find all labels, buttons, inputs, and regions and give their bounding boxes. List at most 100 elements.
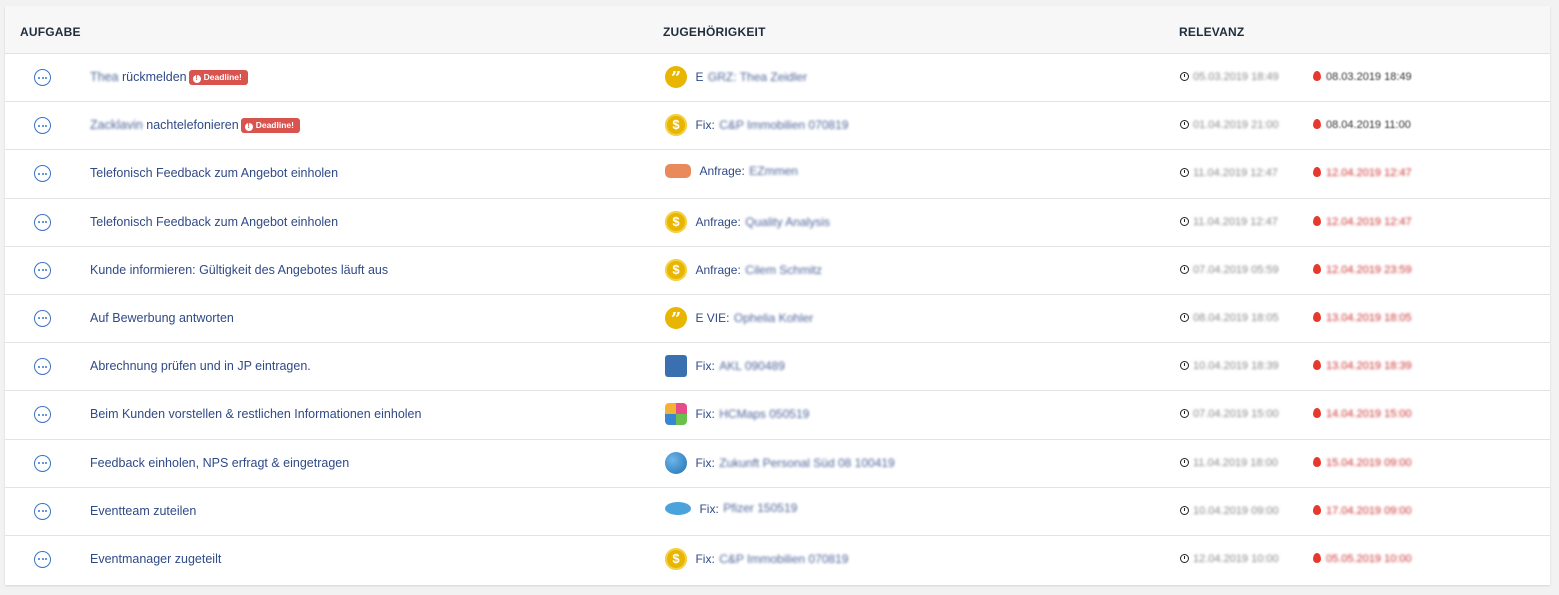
association-link[interactable]: Fix: AKL 090489	[665, 355, 785, 379]
association-value: Pfizer 150519	[723, 501, 798, 516]
association-value: Quality Analysis	[745, 214, 830, 229]
created-date: 12.04.2019 10:00	[1180, 553, 1279, 565]
company-logo-blue-icon	[665, 355, 687, 378]
table-header: AUFGABE ZUGEHÖRIGKEIT RELEVANZ	[5, 6, 1550, 54]
more-options-icon[interactable]	[34, 309, 51, 327]
more-options-icon[interactable]	[34, 358, 51, 376]
more-options-icon[interactable]	[34, 550, 51, 568]
more-options-icon[interactable]	[34, 406, 51, 424]
task-text: rückmelden	[121, 70, 187, 84]
deadline-badge: ! Deadline!	[240, 118, 300, 134]
due-date: 17.04.2019 09:00	[1313, 504, 1412, 517]
column-header-task[interactable]: AUFGABE	[20, 25, 81, 39]
table-row[interactable]: Thea rückmelden! Deadline! ” E GRZ: Thea …	[5, 54, 1550, 103]
association-link[interactable]: $ Fix: C&P Immobilien 070819	[665, 547, 848, 572]
clock-icon	[1180, 409, 1189, 419]
association-type: Fix:	[695, 118, 715, 133]
created-date: 08.04.2019 18:05	[1180, 312, 1279, 324]
task-text: Beim Kunden vorstellen & restlichen Info…	[90, 407, 422, 422]
association-value: Cilem Schmitz	[745, 262, 822, 277]
association-type: Fix:	[695, 551, 715, 566]
clock-icon	[1180, 312, 1189, 322]
coin-icon: $	[665, 210, 687, 233]
company-logo-multicolor-icon	[665, 403, 687, 426]
created-date: 11.04.2019 12:47	[1180, 167, 1278, 179]
association-type: Anfrage:	[699, 164, 745, 179]
association-type: Anfrage:	[695, 262, 741, 277]
association-link[interactable]: Anfrage: EZmmen	[665, 162, 798, 186]
association-link[interactable]: Fix: Zukunft Personal Süd 08 100419	[665, 451, 895, 476]
task-link[interactable]: Auf Bewerbung antworten	[90, 311, 234, 325]
more-options-icon[interactable]	[34, 165, 51, 183]
task-link[interactable]: Zacklavin nachtelefonieren! Deadline!	[90, 118, 300, 134]
flame-icon	[1313, 119, 1321, 130]
quote-icon: ”	[665, 66, 687, 89]
task-table: AUFGABE ZUGEHÖRIGKEIT RELEVANZ Thea rück…	[5, 6, 1550, 585]
created-date: 05.03.2019 18:49	[1180, 71, 1279, 83]
task-link[interactable]: Kunde informieren: Gültigkeit des Angebo…	[90, 263, 388, 277]
association-link[interactable]: $ Anfrage: Quality Analysis	[665, 210, 830, 235]
clock-icon	[1180, 72, 1189, 81]
task-link[interactable]: Beim Kunden vorstellen & restlichen Info…	[90, 407, 421, 421]
flame-icon	[1313, 215, 1321, 226]
task-link[interactable]: Eventmanager zugeteilt	[90, 552, 221, 566]
table-row[interactable]: Beim Kunden vorstellen & restlichen Info…	[5, 391, 1550, 440]
column-header-relevance[interactable]: RELEVANZ	[1179, 25, 1244, 39]
table-row[interactable]: Abrechnung prüfen und in JP eintragen. F…	[5, 343, 1550, 392]
more-options-icon[interactable]	[34, 454, 51, 472]
due-date: 15.04.2019 09:00	[1313, 456, 1412, 469]
task-link[interactable]: Thea rückmelden! Deadline!	[90, 70, 248, 85]
association-link[interactable]: Fix: Pfizer 150519	[665, 500, 797, 524]
task-link[interactable]: Telefonisch Feedback zum Angebot einhole…	[90, 215, 338, 229]
association-value: C&P Immobilien 070819	[719, 118, 849, 133]
flame-icon	[1313, 504, 1321, 515]
association-link[interactable]: $ Fix: C&P Immobilien 070819	[665, 114, 848, 138]
task-text: Telefonisch Feedback zum Angebot einhole…	[90, 166, 339, 181]
created-date: 07.04.2019 05:59	[1180, 264, 1279, 276]
table-row[interactable]: Telefonisch Feedback zum Angebot einhole…	[5, 199, 1550, 247]
flame-icon	[1313, 552, 1321, 563]
association-value: Zukunft Personal Süd 08 100419	[719, 455, 895, 470]
flame-icon	[1313, 71, 1321, 81]
association-link[interactable]: ” E VIE: Ophelia Kohler	[665, 306, 813, 331]
clock-icon	[1180, 505, 1189, 515]
table-row[interactable]: Eventteam zuteilen Fix: Pfizer 150519 10…	[5, 488, 1550, 536]
due-date: 08.03.2019 18:49	[1313, 71, 1412, 83]
task-text: Auf Bewerbung antworten	[90, 310, 234, 325]
column-header-association[interactable]: ZUGEHÖRIGKEIT	[663, 25, 766, 39]
task-link[interactable]: Eventteam zuteilen	[90, 504, 196, 518]
table-row[interactable]: Feedback einholen, NPS erfragt & eingetr…	[5, 440, 1550, 488]
created-date: 11.04.2019 18:00	[1180, 457, 1278, 469]
created-date: 11.04.2019 12:47	[1180, 216, 1278, 228]
table-row[interactable]: Auf Bewerbung antworten ” E VIE: Ophelia…	[5, 295, 1550, 344]
more-options-icon[interactable]	[34, 117, 51, 135]
association-link[interactable]: $ Anfrage: Cilem Schmitz	[665, 258, 822, 283]
flame-icon	[1313, 360, 1321, 371]
coin-icon: $	[665, 258, 687, 281]
table-row[interactable]: Eventmanager zugeteilt $ Fix: C&P Immobi…	[5, 536, 1550, 583]
association-value: EZmmen	[749, 164, 798, 179]
more-options-icon[interactable]	[34, 213, 51, 231]
task-link[interactable]: Feedback einholen, NPS erfragt & eingetr…	[90, 456, 349, 470]
association-link[interactable]: ” E GRZ: Thea Zeidler	[665, 66, 807, 90]
table-row[interactable]: Zacklavin nachtelefonieren! Deadline! $ F…	[5, 102, 1550, 151]
deadline-badge: ! Deadline!	[188, 70, 248, 85]
task-text: Eventmanager zugeteilt	[90, 551, 222, 566]
table-body: Thea rückmelden! Deadline! ” E GRZ: Thea …	[5, 54, 1550, 583]
quote-icon: ”	[665, 306, 687, 330]
alert-icon: !	[244, 123, 253, 132]
more-options-icon[interactable]	[34, 261, 51, 279]
more-options-icon[interactable]	[34, 69, 51, 86]
coin-icon: $	[665, 547, 687, 570]
association-type: Fix:	[699, 501, 719, 516]
due-date: 14.04.2019 15:00	[1313, 408, 1412, 420]
table-row[interactable]: Kunde informieren: Gültigkeit des Angebo…	[5, 247, 1550, 295]
created-date: 10.04.2019 09:00	[1180, 505, 1279, 517]
association-type: Fix:	[695, 407, 715, 422]
more-options-icon[interactable]	[34, 502, 51, 520]
association-link[interactable]: Fix: HCMaps 050519	[665, 403, 809, 427]
task-link[interactable]: Telefonisch Feedback zum Angebot einhole…	[90, 166, 338, 180]
table-row[interactable]: Telefonisch Feedback zum Angebot einhole…	[5, 150, 1550, 199]
due-date: 05.05.2019 10:00	[1313, 552, 1412, 565]
task-link[interactable]: Abrechnung prüfen und in JP eintragen.	[90, 359, 311, 373]
